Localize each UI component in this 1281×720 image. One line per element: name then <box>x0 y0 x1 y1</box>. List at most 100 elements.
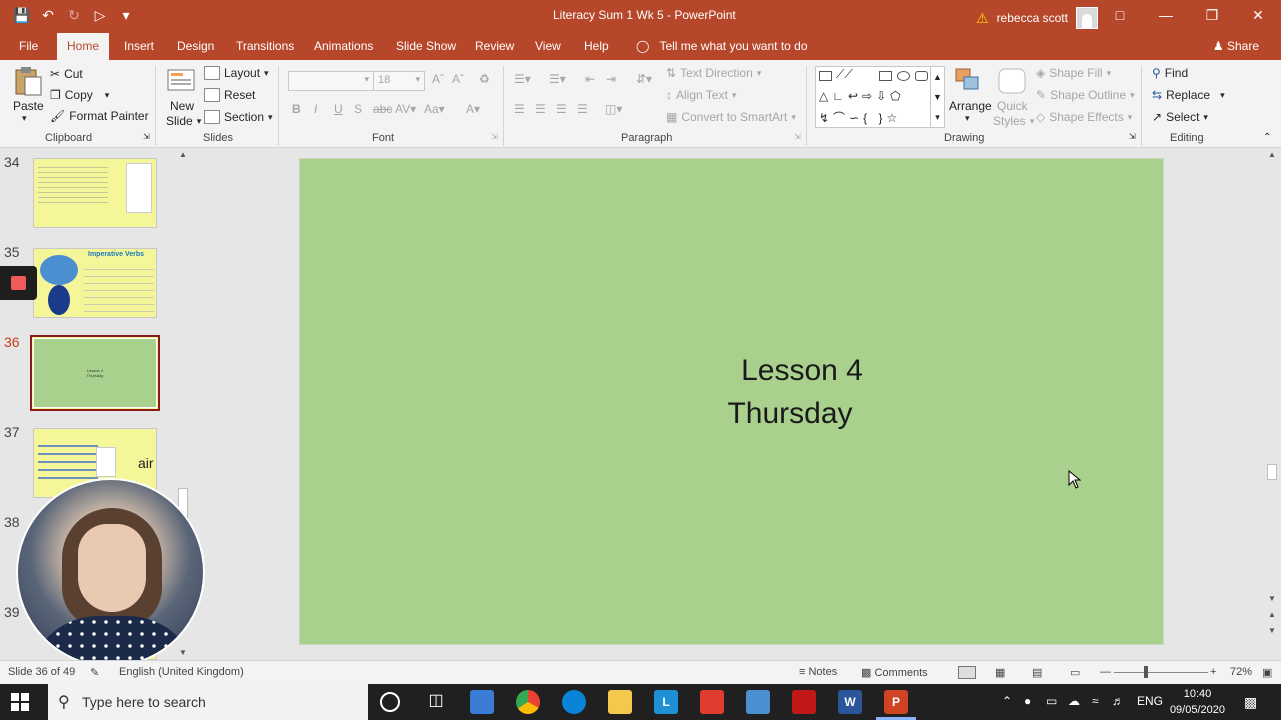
shape-effects-button[interactable]: ◇ Shape Effects ▾ <box>1036 110 1132 124</box>
volume-icon[interactable]: ♬ <box>1112 694 1124 708</box>
mcafee-icon[interactable] <box>792 690 816 714</box>
notes-button[interactable]: ≡ Notes <box>799 666 837 678</box>
increase-indent-icon[interactable]: ⇥ <box>606 72 616 86</box>
textbox-shape-icon[interactable] <box>819 71 832 81</box>
columns-icon[interactable]: ◫▾ <box>605 102 622 116</box>
replace-button[interactable]: ⇆ Replace ▾ <box>1152 88 1225 102</box>
wifi-icon[interactable]: ≈ <box>1092 694 1099 708</box>
align-center-icon[interactable]: ☰ <box>535 102 546 116</box>
tab-help[interactable]: Help <box>584 39 609 53</box>
notifications-icon[interactable]: ▩ <box>1244 694 1257 711</box>
decrease-font-icon[interactable]: Aˇ <box>452 72 464 86</box>
line-spacing-icon[interactable]: ⇵▾ <box>636 72 652 86</box>
slide-thumbnail-34[interactable] <box>33 158 157 228</box>
language-status[interactable]: English (United Kingdom) <box>119 666 244 678</box>
shape-fill-button[interactable]: ◈ Shape Fill ▾ <box>1036 66 1111 80</box>
previous-slide-icon[interactable]: ▲ <box>1268 610 1276 619</box>
tell-me-box[interactable]: ◯ Tell me what you want to do <box>636 39 808 53</box>
minimize-icon[interactable]: — <box>1143 0 1189 30</box>
powerpoint-icon[interactable]: P <box>884 690 908 714</box>
reading-view-icon[interactable]: ▤ <box>1032 666 1042 679</box>
word-icon[interactable]: W <box>838 690 862 714</box>
task-view-icon[interactable]: ◫ <box>424 690 448 714</box>
tab-home[interactable]: Home <box>57 33 110 60</box>
layout-button[interactable]: Layout ▾ <box>204 66 269 80</box>
change-case-icon[interactable]: Aa▾ <box>424 102 445 116</box>
undo-icon[interactable]: ↶ <box>38 5 58 25</box>
section-button[interactable]: Section ▾ <box>204 110 273 124</box>
shapes-gallery[interactable]: ⟋⟋ △∟↩⇨⇩⬠ ↯⌒∽{ }☆ ▲ ▼ ▾ <box>815 66 945 128</box>
new-slide-button[interactable]: Slide ▾ <box>166 114 201 128</box>
select-button[interactable]: ↗ Select ▾ <box>1152 110 1208 124</box>
align-left-icon[interactable]: ☰ <box>514 102 525 116</box>
rounded-rectangle-shape-icon[interactable] <box>915 71 928 81</box>
clear-formatting-icon[interactable]: ♻ <box>479 72 490 86</box>
fit-to-window-icon[interactable]: ▣ <box>1262 666 1272 679</box>
slide-thumbnail-35[interactable]: Imperative Verbs <box>33 248 157 318</box>
zoom-slider-handle[interactable] <box>1144 666 1148 678</box>
slide-scrollbar[interactable]: ▲ ▼ ▲ ▼ <box>1266 148 1278 660</box>
share-button[interactable]: ♟ Share <box>1213 39 1259 53</box>
italic-icon[interactable]: I <box>314 102 317 116</box>
slide-title[interactable]: Lesson 4 Thursday <box>600 349 980 435</box>
font-size-combo[interactable]: 18 ▾ <box>373 71 425 91</box>
bullets-icon[interactable]: ☰▾ <box>514 72 531 86</box>
quick-styles-label-1[interactable]: Quick <box>997 99 1028 113</box>
tab-design[interactable]: Design <box>177 39 214 53</box>
input-language[interactable]: ENG <box>1137 694 1163 708</box>
microphone-icon[interactable]: ● <box>1024 694 1031 708</box>
drawing-launcher-icon[interactable]: ⇲ <box>1129 132 1136 141</box>
paste-dropdown-icon[interactable]: ▾ <box>22 113 27 124</box>
paste-button[interactable]: Paste <box>13 99 44 113</box>
tab-transitions[interactable]: Transitions <box>236 39 294 53</box>
app-l-icon[interactable]: L <box>654 690 678 714</box>
new-slide-icon[interactable] <box>166 66 198 96</box>
new-slide-label-1[interactable]: New <box>170 99 194 113</box>
windows-start-icon[interactable] <box>10 692 30 712</box>
quick-styles-icon[interactable] <box>996 66 1028 96</box>
oval-shape-icon[interactable] <box>897 71 910 81</box>
find-button[interactable]: ⚲ Find <box>1152 66 1188 80</box>
redo-icon[interactable]: ↻ <box>64 5 84 25</box>
zoom-level[interactable]: 72% <box>1230 666 1252 678</box>
format-painter-button[interactable]: 🖌 Format Painter <box>50 109 149 123</box>
customize-qat-icon[interactable]: ▾ <box>116 5 136 25</box>
strikethrough-icon[interactable]: abc <box>373 102 392 116</box>
close-icon[interactable]: ✕ <box>1235 0 1281 30</box>
current-slide[interactable]: Lesson 4 Thursday <box>299 158 1164 645</box>
paragraph-launcher-icon[interactable]: ⇲ <box>794 132 801 141</box>
font-name-combo[interactable]: ▾ <box>288 71 374 91</box>
chrome-icon[interactable] <box>516 690 540 714</box>
cortana-icon[interactable] <box>380 692 400 712</box>
cut-button[interactable]: ✂ Cut <box>50 67 83 81</box>
bold-icon[interactable]: B <box>292 102 301 116</box>
system-clock[interactable]: 10:40 09/05/2020 <box>1170 686 1225 718</box>
paste-icon[interactable] <box>12 66 44 96</box>
tab-insert[interactable]: Insert <box>124 39 154 53</box>
tab-review[interactable]: Review <box>475 39 514 53</box>
slide-sorter-icon[interactable]: ▦ <box>995 666 1005 679</box>
arrange-button[interactable]: Arrange <box>949 99 992 113</box>
store-icon[interactable] <box>470 690 494 714</box>
slide-show-icon[interactable]: ▭ <box>1070 666 1080 679</box>
mail-icon[interactable] <box>746 690 770 714</box>
underline-icon[interactable]: U <box>334 102 343 116</box>
copy-button[interactable]: ❐ Copy ▾ <box>50 88 109 102</box>
tab-slide-show[interactable]: Slide Show <box>396 39 456 53</box>
tab-view[interactable]: View <box>535 39 561 53</box>
battery-icon[interactable]: ▭ <box>1046 694 1057 708</box>
user-account[interactable]: ⚠ rebecca scott <box>976 7 1098 29</box>
font-color-icon[interactable]: A▾ <box>466 102 480 116</box>
decrease-indent-icon[interactable]: ⇤ <box>585 72 595 86</box>
onedrive-icon[interactable]: ☁ <box>1068 694 1080 708</box>
taskbar-search-box[interactable]: ⚲ Type here to search <box>48 684 368 720</box>
stop-recording-button[interactable] <box>0 266 37 300</box>
shape-outline-button[interactable]: ✎ Shape Outline ▾ <box>1036 88 1135 102</box>
rectangle-shape-icon[interactable] <box>879 71 892 81</box>
tab-animations[interactable]: Animations <box>314 39 373 53</box>
reset-button[interactable]: Reset <box>204 88 255 102</box>
tab-file[interactable]: File <box>19 39 38 53</box>
collapse-ribbon-icon[interactable]: ⌃ <box>1263 132 1271 143</box>
justify-icon[interactable]: ☰ <box>577 102 588 116</box>
shadow-icon[interactable]: S <box>354 102 362 116</box>
